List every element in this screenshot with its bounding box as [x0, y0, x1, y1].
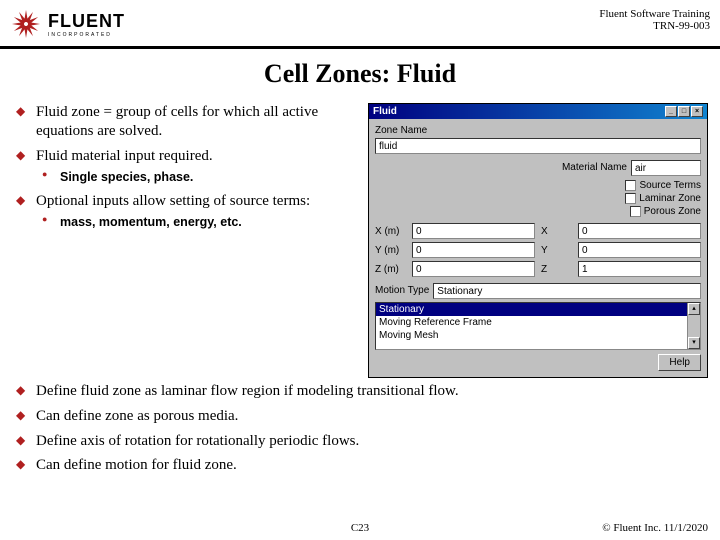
z-m-label: Z (m) [375, 264, 409, 275]
bullet-5: Can define zone as porous media. [12, 407, 708, 426]
scroll-up-icon[interactable]: ▴ [688, 303, 700, 315]
porous-zone-checkbox[interactable] [630, 206, 641, 217]
z-label: Z [541, 264, 575, 275]
scrollbar[interactable]: ▴ ▾ [687, 303, 700, 349]
motion-type-listbox[interactable]: Stationary Moving Reference Frame Moving… [375, 302, 701, 350]
close-icon[interactable]: × [691, 106, 703, 117]
fluent-logo-icon [10, 8, 42, 40]
dialog-titlebar[interactable]: Fluid _ □ × [369, 104, 707, 119]
y-label: Y [541, 245, 575, 256]
bullet-7: Can define motion for fluid zone. [12, 456, 708, 475]
y-m-input[interactable] [412, 242, 535, 258]
minimize-icon[interactable]: _ [665, 106, 677, 117]
z-m-input[interactable] [412, 261, 535, 277]
bullet-3-text: Optional inputs allow setting of source … [36, 193, 310, 209]
bullet-4: Define fluid zone as laminar flow region… [12, 382, 708, 401]
logo-text: FLUENT [48, 11, 125, 32]
motion-type-input[interactable] [433, 283, 701, 299]
zone-name-label: Zone Name [375, 125, 701, 136]
maximize-icon[interactable]: □ [678, 106, 690, 117]
bullet-6: Define axis of rotation for rotationally… [12, 432, 708, 451]
zone-name-input[interactable] [375, 138, 701, 154]
bullet-2: Fluid material input required. Single sp… [12, 147, 358, 186]
logo: FLUENT INCORPORATED [10, 8, 125, 40]
page-number: C23 [351, 522, 369, 534]
x-m-label: X (m) [375, 226, 409, 237]
fluid-dialog: Fluid _ □ × Zone Name Material Name S [368, 103, 708, 378]
sub-bullet-2-1: Single species, phase. [36, 169, 358, 185]
porous-zone-label: Porous Zone [644, 206, 701, 217]
laminar-zone-checkbox[interactable] [625, 193, 636, 204]
x-label: X [541, 226, 575, 237]
z-input[interactable] [578, 261, 701, 277]
bullet-3: Optional inputs allow setting of source … [12, 192, 358, 231]
logo-subtitle: INCORPORATED [48, 32, 125, 38]
help-button[interactable]: Help [658, 354, 701, 371]
bullet-2-text: Fluid material input required. [36, 148, 213, 164]
copyright: © Fluent Inc. 11/1/2020 [602, 522, 708, 534]
source-terms-checkbox[interactable] [625, 180, 636, 191]
material-name-label: Material Name [562, 162, 627, 173]
doc-id: TRN-99-003 [599, 20, 710, 32]
scroll-down-icon[interactable]: ▾ [688, 337, 700, 349]
y-input[interactable] [578, 242, 701, 258]
list-item[interactable]: Moving Reference Frame [376, 316, 687, 329]
sub-bullet-3-1: mass, momentum, energy, etc. [36, 214, 358, 230]
bullet-1: Fluid zone = group of cells for which al… [12, 103, 358, 141]
dialog-title: Fluid [373, 106, 397, 117]
x-m-input[interactable] [412, 223, 535, 239]
source-terms-label: Source Terms [639, 180, 701, 191]
material-name-input[interactable] [631, 160, 701, 176]
motion-type-label: Motion Type [375, 285, 429, 296]
list-item[interactable]: Stationary [376, 303, 687, 316]
y-m-label: Y (m) [375, 245, 409, 256]
page-title: Cell Zones: Fluid [0, 59, 720, 89]
training-label: Fluent Software Training [599, 8, 710, 20]
list-item[interactable]: Moving Mesh [376, 329, 687, 342]
x-input[interactable] [578, 223, 701, 239]
laminar-zone-label: Laminar Zone [639, 193, 701, 204]
header-divider [0, 46, 720, 49]
